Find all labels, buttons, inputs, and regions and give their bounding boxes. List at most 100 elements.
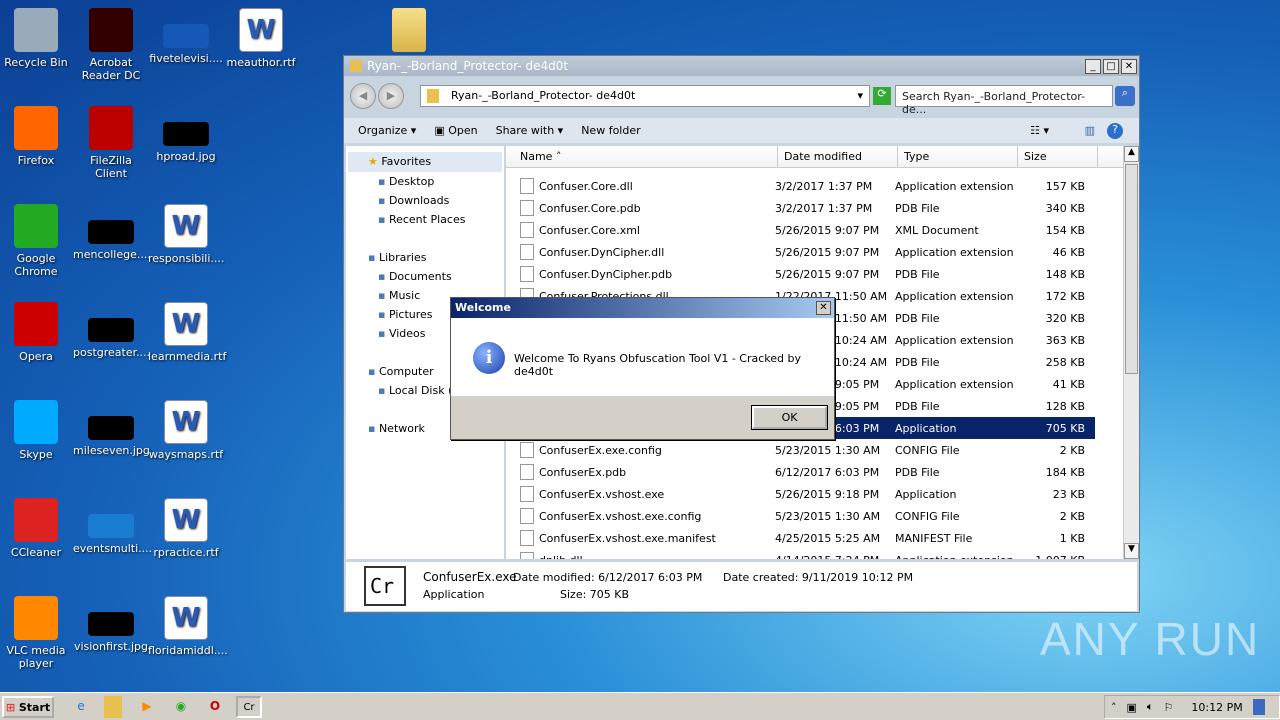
desktop-icon-vlc-media-player[interactable]: VLC media player (0, 596, 74, 670)
desktop-icon-skype[interactable]: Skype (0, 400, 74, 461)
confuserex-taskbar-button[interactable]: Cr (236, 696, 262, 718)
address-bar[interactable]: Ryan-_-Borland_Protector- de4d0t ▾ (420, 85, 870, 107)
explorer-taskbar-icon[interactable] (104, 696, 122, 718)
file-row[interactable]: ConfuserEx.vshost.exe.manifest 4/25/2015 … (520, 527, 1095, 549)
column-header-type[interactable]: Type (898, 146, 1018, 167)
nav-item-pictures[interactable]: ▪ Pictures (378, 308, 433, 321)
desktop-icon-firefox[interactable]: Firefox (0, 106, 74, 167)
action-center-flag-icon[interactable]: ⚐ (1164, 701, 1174, 714)
file-row[interactable]: Confuser.DynCipher.dll 5/26/2015 9:07 PM A… (520, 241, 1095, 263)
chevron-down-icon[interactable]: ▾ (857, 89, 863, 102)
desktop-icon-visionfirst-jpg[interactable]: visionfirst.jpg (73, 596, 149, 653)
image-file-icon (163, 122, 209, 146)
column-header-name[interactable]: Name ˄ (506, 146, 778, 167)
file-row[interactable]: ConfuserEx.vshost.exe.config 5/23/2015 1:… (520, 505, 1095, 527)
file-size: 148 KB (1045, 267, 1085, 281)
organize-button[interactable]: Organize ▾ (358, 124, 416, 137)
column-header-size[interactable]: Size (1018, 146, 1098, 167)
refresh-button[interactable]: ⟳ (873, 87, 891, 105)
forward-button[interactable]: ▶ (378, 83, 404, 109)
volume-icon[interactable]: 🔈︎ (1147, 700, 1154, 714)
desktop-icon-floridamiddl-[interactable]: Wfloridamiddl.... (148, 596, 228, 657)
file-type: XML Document (895, 223, 979, 237)
show-hidden-icons-icon[interactable]: ˄ (1111, 701, 1117, 714)
file-row[interactable]: Confuser.Core.dll 3/2/2017 1:37 PM Applica… (520, 175, 1095, 197)
close-button[interactable]: ✕ (1121, 59, 1137, 74)
clock[interactable]: 10:12 PM (1191, 701, 1242, 714)
nav-item-documents[interactable]: ▪ Documents (378, 270, 452, 283)
desktop-icon-postgreater-[interactable]: postgreater.... (73, 302, 151, 359)
desktop-icon-label: Skype (19, 448, 53, 461)
search-icon[interactable]: ⌕ (1115, 86, 1135, 106)
column-header-date[interactable]: Date modified (778, 146, 898, 167)
view-options-icon[interactable]: ☷ ▾ (1030, 124, 1049, 137)
desktop-icon-eventsmulti-[interactable]: eventsmulti.... (73, 498, 152, 555)
open-button[interactable]: ▣ Open (434, 124, 477, 137)
details-type: Application (423, 588, 485, 601)
vertical-scrollbar[interactable]: ▲ ▼ (1123, 146, 1139, 559)
preview-pane-icon[interactable]: ▥ (1085, 124, 1095, 137)
desktop-icon-fivetelevisi-[interactable]: fivetelevisi.... (148, 8, 224, 65)
desktop-icon-rpractice-rtf[interactable]: Wrpractice.rtf (148, 498, 224, 559)
nav-item-favorites[interactable]: ★ Favorites (348, 152, 502, 172)
ok-button[interactable]: OK (751, 405, 828, 430)
desktop-icon-hproad-jpg[interactable]: hproad.jpg (148, 106, 224, 163)
opera-taskbar-icon[interactable]: O (206, 696, 224, 718)
back-button[interactable]: ◀ (350, 83, 376, 109)
nav-item-label: Music (388, 289, 421, 302)
dialog-close-button[interactable]: ✕ (816, 301, 831, 315)
file-row[interactable]: ConfuserEx.vshost.exe 5/26/2015 9:18 PM Ap… (520, 483, 1095, 505)
desktop-icon-label: Firefox (17, 154, 55, 167)
share-with-button[interactable]: Share with ▾ (496, 124, 564, 137)
filezilla-icon (89, 106, 133, 150)
network-tray-icon[interactable]: ▣ (1127, 701, 1137, 714)
desktop-icon-waysmaps-rtf[interactable]: Wwaysmaps.rtf (148, 400, 224, 461)
desktop-icon-filezilla-client[interactable]: FileZilla Client (73, 106, 149, 180)
desktop-icon-meauthor-rtf[interactable]: Wmeauthor.rtf (223, 8, 299, 69)
desktop-icon-google-chrome[interactable]: Google Chrome (0, 204, 74, 278)
file-date: 3/2/2017 1:37 PM (775, 201, 873, 215)
start-label: Start (18, 701, 51, 714)
desktop-icon-opera[interactable]: Opera (0, 302, 74, 363)
desktop-icon-learnmedia-rtf[interactable]: Wlearnmedia.rtf (148, 302, 226, 363)
music-icon: ▪ (378, 289, 389, 302)
file-row[interactable]: Confuser.Core.xml 5/26/2015 9:07 PM XML Do… (520, 219, 1095, 241)
nav-item-network[interactable]: ▪ Network (368, 422, 425, 435)
maximize-button[interactable]: □ (1103, 59, 1119, 74)
help-icon[interactable]: ? (1107, 122, 1123, 139)
desktop-icon-mileseven-jpg[interactable]: mileseven.jpg (73, 400, 150, 457)
folder-desktop-icon[interactable] (392, 8, 426, 52)
scrollbar-thumb[interactable] (1125, 164, 1138, 374)
nav-item-downloads[interactable]: ▪ Downloads (378, 194, 449, 207)
title-bar[interactable]: Ryan-_-Borland_Protector- de4d0t (344, 56, 1139, 76)
desktop-icon-mencollege-[interactable]: mencollege.... (73, 204, 151, 261)
file-name: ConfuserEx.exe.config (539, 443, 662, 457)
file-row[interactable]: Confuser.DynCipher.pdb 5/26/2015 9:07 PM P… (520, 263, 1095, 285)
search-input[interactable]: Search Ryan-_-Borland_Protector- de... (895, 85, 1113, 116)
file-row[interactable]: ConfuserEx.exe.config 5/23/2015 1:30 AM CO… (520, 439, 1095, 461)
minimize-button[interactable]: _ (1085, 59, 1101, 74)
nav-item-desktop[interactable]: ▪ Desktop (378, 175, 434, 188)
opera-icon (14, 302, 58, 346)
chrome-taskbar-icon[interactable]: ◉ (172, 696, 190, 718)
file-row[interactable]: ConfuserEx.pdb 6/12/2017 6:03 PM PDB File 1… (520, 461, 1095, 483)
file-row[interactable]: Confuser.Core.pdb 3/2/2017 1:37 PM PDB Fil… (520, 197, 1095, 219)
nav-item-recent-places[interactable]: ▪ Recent Places (378, 213, 465, 226)
start-button[interactable]: ⊞ Start (2, 696, 54, 718)
desktop-icon-recycle-bin[interactable]: Recycle Bin (0, 8, 74, 69)
desktop-icon-acrobat-reader-dc[interactable]: Acrobat Reader DC (73, 8, 149, 82)
nav-item-libraries[interactable]: ▪ Libraries (368, 251, 426, 264)
show-desktop-button[interactable] (1252, 699, 1265, 715)
file-row[interactable]: dnlib.dll4/14/2015 7:24 PMApplication ex… (520, 549, 1095, 559)
nav-item-music[interactable]: ▪ Music (378, 289, 420, 302)
file-name: ConfuserEx.vshost.exe (539, 487, 665, 501)
new-folder-button[interactable]: New folder (581, 124, 640, 137)
media-player-taskbar-icon[interactable]: ▶ (138, 696, 156, 718)
desktop-icon-responsibili-[interactable]: Wresponsibili.... (148, 204, 224, 265)
desktop-icon-label: postgreater.... (73, 346, 151, 359)
internet-explorer-taskbar-icon[interactable]: e (72, 696, 90, 718)
nav-item-videos[interactable]: ▪ Videos (378, 327, 426, 340)
desktop-icon-ccleaner[interactable]: CCleaner (0, 498, 74, 559)
nav-item-label: Recent Places (388, 213, 466, 226)
nav-item-computer[interactable]: ▪ Computer (368, 365, 434, 378)
